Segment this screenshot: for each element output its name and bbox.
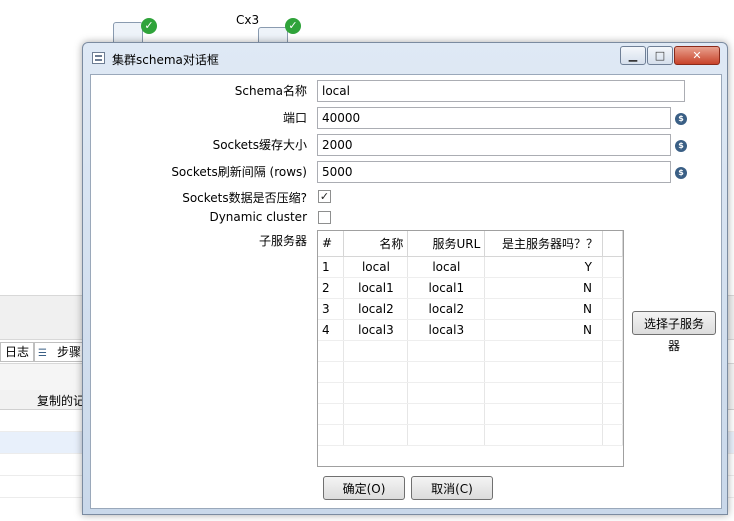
tab-steps-label: 步骤 xyxy=(57,345,82,359)
cell-filler xyxy=(602,277,623,299)
table-row[interactable]: 3 local2 local2 N xyxy=(318,298,623,320)
dialog-titlebar[interactable]: 集群schema对话框 ▁ □ ✕ xyxy=(83,43,727,73)
cell-name[interactable]: local xyxy=(343,256,409,278)
cell-name[interactable]: local3 xyxy=(343,319,409,341)
maximize-button[interactable]: □ xyxy=(647,46,673,65)
variable-icon[interactable]: $ xyxy=(675,167,687,179)
column-header-filler xyxy=(602,231,623,257)
empty-row xyxy=(318,382,623,404)
port-input[interactable] xyxy=(317,107,671,129)
cell-master[interactable]: N xyxy=(484,298,603,320)
close-button[interactable]: ✕ xyxy=(674,46,720,65)
cell-url[interactable]: local xyxy=(407,256,486,278)
cell-filler xyxy=(602,319,623,341)
empty-row xyxy=(318,340,623,362)
list-icon: ☰ xyxy=(38,348,47,359)
variable-icon[interactable]: $ xyxy=(675,140,687,152)
cell-index: 3 xyxy=(318,298,345,320)
compressed-label: Sockets数据是否压缩? xyxy=(182,191,307,205)
flush-interval-input[interactable] xyxy=(317,161,671,183)
cell-master[interactable]: Y xyxy=(484,256,603,278)
dialog-title: 集群schema对话框 xyxy=(112,53,219,67)
cell-url[interactable]: local1 xyxy=(407,277,486,299)
empty-row xyxy=(318,403,623,425)
cancel-button[interactable]: 取消(C) xyxy=(411,476,493,500)
empty-row xyxy=(318,424,623,446)
schema-name-label: Schema名称 xyxy=(234,84,307,98)
slave-servers-label: 子服务器 xyxy=(258,234,307,248)
flush-interval-label: Sockets刷新间隔 (rows) xyxy=(171,165,307,179)
cluster-schema-dialog: 集群schema对话框 ▁ □ ✕ Schema名称 端口 $ Sockets缓… xyxy=(82,42,728,515)
minimize-button[interactable]: ▁ xyxy=(620,46,646,65)
table-header-row: # 名称 服务URL 是主服务器吗？？ xyxy=(318,231,623,257)
tab-steps[interactable]: ☰ 步骤 xyxy=(34,342,87,362)
cell-index: 4 xyxy=(318,319,345,341)
cell-index: 2 xyxy=(318,277,345,299)
ok-button[interactable]: 确定(O) xyxy=(323,476,405,500)
dialog-app-icon xyxy=(92,52,105,64)
column-header-name[interactable]: 名称 xyxy=(343,231,409,257)
cell-index: 1 xyxy=(318,256,345,278)
slave-servers-table[interactable]: # 名称 服务URL 是主服务器吗？？ 1 local local Y 2 lo… xyxy=(317,230,624,467)
select-slave-servers-button[interactable]: 选择子服务器 xyxy=(632,311,716,353)
dialog-client-area: Schema名称 端口 $ Sockets缓存大小 $ Sockets刷新间隔 … xyxy=(90,74,722,509)
cell-master[interactable]: N xyxy=(484,319,603,341)
cell-master[interactable]: N xyxy=(484,277,603,299)
buffer-size-label: Sockets缓存大小 xyxy=(212,138,307,152)
table-row[interactable]: 2 local1 local1 N xyxy=(318,277,623,299)
grid-column-header: 复制的记 xyxy=(37,394,86,408)
dynamic-cluster-label: Dynamic cluster xyxy=(209,210,307,224)
column-header-master[interactable]: 是主服务器吗？？ xyxy=(484,231,603,257)
compressed-checkbox[interactable]: ✓ xyxy=(318,190,331,203)
cell-filler xyxy=(602,256,623,278)
column-header-url[interactable]: 服务URL xyxy=(407,231,486,257)
success-check-icon: ✓ xyxy=(141,18,157,34)
table-row[interactable]: 1 local local Y xyxy=(318,256,623,278)
schema-name-input[interactable] xyxy=(317,80,685,102)
step-label: Cx3 xyxy=(236,13,260,27)
empty-row xyxy=(318,361,623,383)
column-header-index[interactable]: # xyxy=(318,231,345,257)
dynamic-cluster-checkbox[interactable] xyxy=(318,211,331,224)
cell-filler xyxy=(602,298,623,320)
table-row[interactable]: 4 local3 local3 N xyxy=(318,319,623,341)
port-label: 端口 xyxy=(282,111,307,125)
cell-name[interactable]: local1 xyxy=(343,277,409,299)
tab-log[interactable]: 日志 xyxy=(0,342,35,362)
cell-url[interactable]: local2 xyxy=(407,298,486,320)
variable-icon[interactable]: $ xyxy=(675,113,687,125)
success-check-icon: ✓ xyxy=(285,18,301,34)
cell-url[interactable]: local3 xyxy=(407,319,486,341)
cell-name[interactable]: local2 xyxy=(343,298,409,320)
buffer-size-input[interactable] xyxy=(317,134,671,156)
